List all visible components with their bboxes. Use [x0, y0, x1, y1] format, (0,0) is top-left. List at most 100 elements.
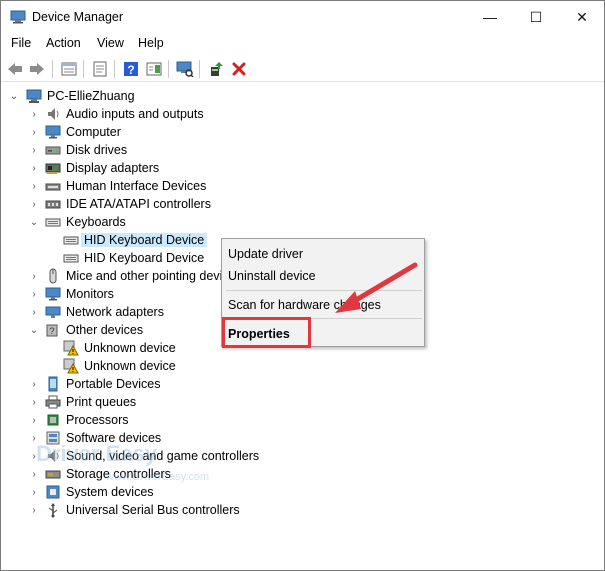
- tree-category-item[interactable]: › Universal Serial Bus controllers: [1, 501, 604, 519]
- chevron-right-icon[interactable]: ›: [29, 271, 39, 282]
- tree-category-item[interactable]: › Display adapters: [1, 159, 604, 177]
- menu-uninstall-device[interactable]: Uninstall device: [228, 269, 316, 283]
- chevron-right-icon[interactable]: ›: [29, 487, 39, 498]
- tree-item-label: Audio inputs and outputs: [66, 107, 204, 121]
- portable-device-icon: [45, 376, 61, 392]
- computer-icon: [26, 89, 42, 103]
- display-adapter-icon: [45, 160, 61, 176]
- tree-item-label: Mice and other pointing devices: [66, 269, 242, 283]
- chevron-right-icon[interactable]: ›: [29, 307, 39, 318]
- tree-item-label: Computer: [66, 125, 121, 139]
- chevron-right-icon[interactable]: ›: [29, 397, 39, 408]
- tree-item-label: Processors: [66, 413, 129, 427]
- tree-item-label: Network adapters: [66, 305, 164, 319]
- tree-category-item[interactable]: ⌄ Keyboards: [1, 213, 604, 231]
- chevron-right-icon[interactable]: ›: [29, 181, 39, 192]
- uninstall-x-icon[interactable]: [229, 59, 249, 79]
- chevron-right-icon[interactable]: ›: [29, 109, 39, 120]
- properties-sheet-icon[interactable]: [90, 59, 110, 79]
- tree-item-label: Universal Serial Bus controllers: [66, 503, 240, 517]
- processor-icon: [45, 412, 61, 428]
- menu-update-driver[interactable]: Update driver: [228, 247, 303, 261]
- tree-item-label: System devices: [66, 485, 154, 499]
- keyboard-icon: [63, 250, 79, 266]
- menu-action[interactable]: Action: [46, 36, 81, 50]
- speaker-icon: [45, 106, 61, 122]
- chevron-right-icon[interactable]: ›: [29, 199, 39, 210]
- tree-category-item[interactable]: › Storage controllers: [1, 465, 604, 483]
- system-device-icon: [45, 484, 61, 500]
- tree-item-label: Other devices: [66, 323, 144, 337]
- device-manager-app-icon: [10, 10, 26, 24]
- tree-item-label: Print queues: [66, 395, 137, 409]
- tree-category-item[interactable]: › Human Interface Devices: [1, 177, 604, 195]
- tree-category-item[interactable]: › IDE ATA/ATAPI controllers: [1, 195, 604, 213]
- maximize-button[interactable]: ☐: [513, 1, 559, 33]
- action-pane-icon[interactable]: [144, 59, 164, 79]
- title-bar: Device Manager — ☐ ✕: [1, 1, 604, 33]
- tree-child-item[interactable]: Unknown device: [1, 357, 604, 375]
- menu-file[interactable]: File: [11, 36, 31, 50]
- minimize-button[interactable]: —: [467, 1, 513, 33]
- chevron-right-icon[interactable]: ›: [29, 145, 39, 156]
- svg-text:?: ?: [49, 326, 54, 336]
- help-icon[interactable]: ?: [121, 59, 141, 79]
- tree-category-item[interactable]: › Computer: [1, 123, 604, 141]
- device-manager-window: Device Manager — ☐ ✕ File Action View He…: [0, 0, 605, 571]
- tree-category-item[interactable]: › Portable Devices: [1, 375, 604, 393]
- monitor-icon: [45, 124, 61, 140]
- scan-hardware-icon[interactable]: [175, 59, 195, 79]
- tree-item-label: Display adapters: [66, 161, 160, 175]
- tree-item-label: IDE ATA/ATAPI controllers: [66, 197, 211, 211]
- chevron-right-icon[interactable]: ›: [29, 379, 39, 390]
- tree-item-label: Human Interface Devices: [66, 179, 207, 193]
- keyboard-icon: [63, 232, 79, 248]
- tree-item-label: Monitors: [66, 287, 114, 301]
- tree-item-label: Portable Devices: [66, 377, 161, 391]
- tree-root-label: PC-EllieZhuang: [47, 89, 135, 103]
- chevron-down-icon[interactable]: ⌄: [29, 325, 39, 336]
- properties-highlight-box: [222, 317, 311, 348]
- menu-bar: File Action View Help: [1, 34, 604, 54]
- ide-controller-icon: [45, 196, 61, 212]
- back-arrow-icon[interactable]: [5, 59, 25, 79]
- chevron-down-icon[interactable]: ⌄: [29, 217, 39, 228]
- tree-category-item[interactable]: › Audio inputs and outputs: [1, 105, 604, 123]
- warning-device-icon: [63, 340, 79, 356]
- tree-root[interactable]: ⌄ PC-EllieZhuang: [1, 87, 201, 105]
- usb-icon: [45, 502, 61, 518]
- chevron-right-icon[interactable]: ›: [29, 505, 39, 516]
- disk-drive-icon: [45, 142, 61, 158]
- device-list-icon[interactable]: [59, 59, 79, 79]
- tree-item-label: Disk drives: [66, 143, 128, 157]
- tree-category-item[interactable]: › Print queues: [1, 393, 604, 411]
- other-devices-icon: ?: [45, 322, 61, 338]
- tree-category-item[interactable]: › Processors: [1, 411, 604, 429]
- menu-help[interactable]: Help: [138, 36, 164, 50]
- tree-item-label: HID Keyboard Device: [84, 251, 205, 265]
- printer-icon: [45, 394, 61, 410]
- tree-item-label: Unknown device: [84, 341, 176, 355]
- watermark-url: www.DriverEasy.com: [106, 471, 210, 483]
- chevron-right-icon[interactable]: ›: [29, 469, 39, 480]
- tree-item-label: Unknown device: [84, 359, 176, 373]
- chevron-right-icon[interactable]: ›: [29, 127, 39, 138]
- hid-icon: [45, 178, 61, 194]
- chevron-right-icon[interactable]: ›: [29, 163, 39, 174]
- close-button[interactable]: ✕: [559, 1, 605, 33]
- tree-item-label: Keyboards: [66, 215, 126, 229]
- keyboard-icon: [45, 214, 61, 230]
- mouse-icon: [45, 268, 61, 284]
- chevron-right-icon[interactable]: ›: [29, 289, 39, 300]
- chevron-right-icon[interactable]: ›: [29, 415, 39, 426]
- network-adapter-icon: [45, 304, 61, 320]
- forward-arrow-icon[interactable]: [27, 59, 47, 79]
- update-driver-icon[interactable]: [206, 59, 226, 79]
- tree-category-item[interactable]: › Disk drives: [1, 141, 604, 159]
- menu-view[interactable]: View: [97, 36, 124, 50]
- chevron-down-icon[interactable]: ⌄: [9, 91, 19, 102]
- warning-device-icon: [63, 358, 79, 374]
- window-title: Device Manager: [32, 10, 124, 24]
- tree-category-item[interactable]: › System devices: [1, 483, 604, 501]
- watermark-logo: Driver Easy: [36, 441, 158, 466]
